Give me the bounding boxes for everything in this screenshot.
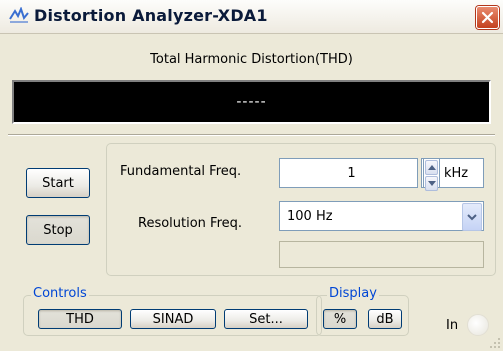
frequency-unit: kHz — [444, 165, 469, 181]
in-terminal-indicator[interactable] — [467, 314, 489, 336]
controls-legend: Controls — [31, 286, 89, 301]
sinad-button[interactable]: SINAD — [130, 309, 216, 329]
frequency-spinner-overlay[interactable] — [423, 158, 440, 191]
thd-button[interactable]: THD — [38, 309, 122, 329]
set-button[interactable]: Set... — [224, 309, 308, 329]
stop-button[interactable]: Stop — [26, 215, 90, 245]
close-button[interactable] — [476, 6, 499, 29]
window-title: Distortion Analyzer-XDA1 — [34, 6, 268, 25]
percent-button[interactable]: % — [323, 309, 357, 329]
close-icon — [481, 11, 494, 24]
extra-readonly-field — [279, 241, 484, 268]
resolution-freq-select[interactable]: 100 Hz — [279, 201, 484, 231]
fundamental-freq-input[interactable]: 1 — [279, 158, 418, 188]
spin-down-button[interactable] — [425, 176, 438, 191]
fundamental-freq-value: 1 — [347, 165, 356, 181]
thd-label: Total Harmonic Distortion(THD) — [150, 52, 353, 67]
resize-grip-icon[interactable] — [489, 337, 501, 349]
db-button[interactable]: dB — [368, 309, 402, 329]
resolution-freq-label: Resolution Freq. — [138, 216, 243, 231]
in-terminal-label: In — [446, 318, 459, 333]
analyzer-app-icon — [9, 7, 29, 23]
chevron-down-icon — [427, 181, 436, 186]
divider — [8, 134, 495, 136]
start-button[interactable]: Start — [26, 168, 90, 198]
resolution-freq-value: 100 Hz — [287, 208, 333, 224]
display-legend: Display — [327, 286, 379, 301]
fundamental-freq-label: Fundamental Freq. — [120, 164, 242, 179]
spin-up-button[interactable] — [425, 160, 438, 175]
title-bar[interactable]: Distortion Analyzer-XDA1 — [0, 0, 503, 34]
dropdown-button[interactable] — [462, 203, 482, 231]
chevron-down-icon — [467, 213, 477, 220]
thd-readout: ----- — [12, 80, 491, 124]
chevron-up-icon — [427, 165, 436, 170]
